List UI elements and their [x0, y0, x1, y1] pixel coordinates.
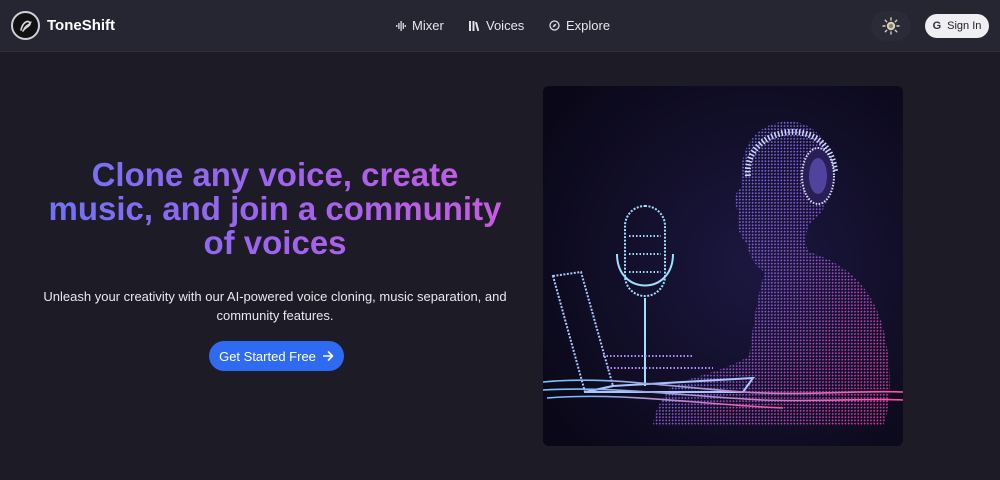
hero-illustration: [543, 86, 903, 446]
waveform-icon: [396, 20, 406, 31]
google-icon: G: [932, 20, 942, 32]
theme-toggle-button[interactable]: [871, 11, 911, 41]
arrow-right-icon: [322, 351, 334, 361]
top-navigation-bar: ToneShift Mixer Voices Explore G Sign In: [0, 0, 1000, 52]
hero-subtext: Unleash your creativity with our AI-powe…: [43, 289, 507, 323]
get-started-button[interactable]: Get Started Free: [209, 341, 344, 371]
nav-item-voices[interactable]: Voices: [469, 18, 524, 33]
brand-name: ToneShift: [47, 17, 116, 34]
sign-in-button[interactable]: G Sign In: [925, 14, 989, 38]
get-started-label: Get Started Free: [219, 348, 316, 364]
nav-label-explore: Explore: [566, 18, 611, 33]
bars-icon: [469, 20, 480, 31]
nav-label-voices: Voices: [486, 18, 525, 33]
nav-item-mixer[interactable]: Mixer: [396, 18, 444, 33]
hero-headline: Clone any voice, create music, and join …: [40, 158, 510, 260]
sun-icon: [882, 17, 900, 35]
compass-icon: [549, 20, 560, 31]
nav-label-mixer: Mixer: [412, 18, 444, 33]
brand-logo[interactable]: ToneShift: [11, 11, 115, 40]
nav-item-explore[interactable]: Explore: [549, 18, 610, 33]
logo-icon: [11, 11, 40, 40]
sign-in-label: Sign In: [947, 20, 982, 32]
